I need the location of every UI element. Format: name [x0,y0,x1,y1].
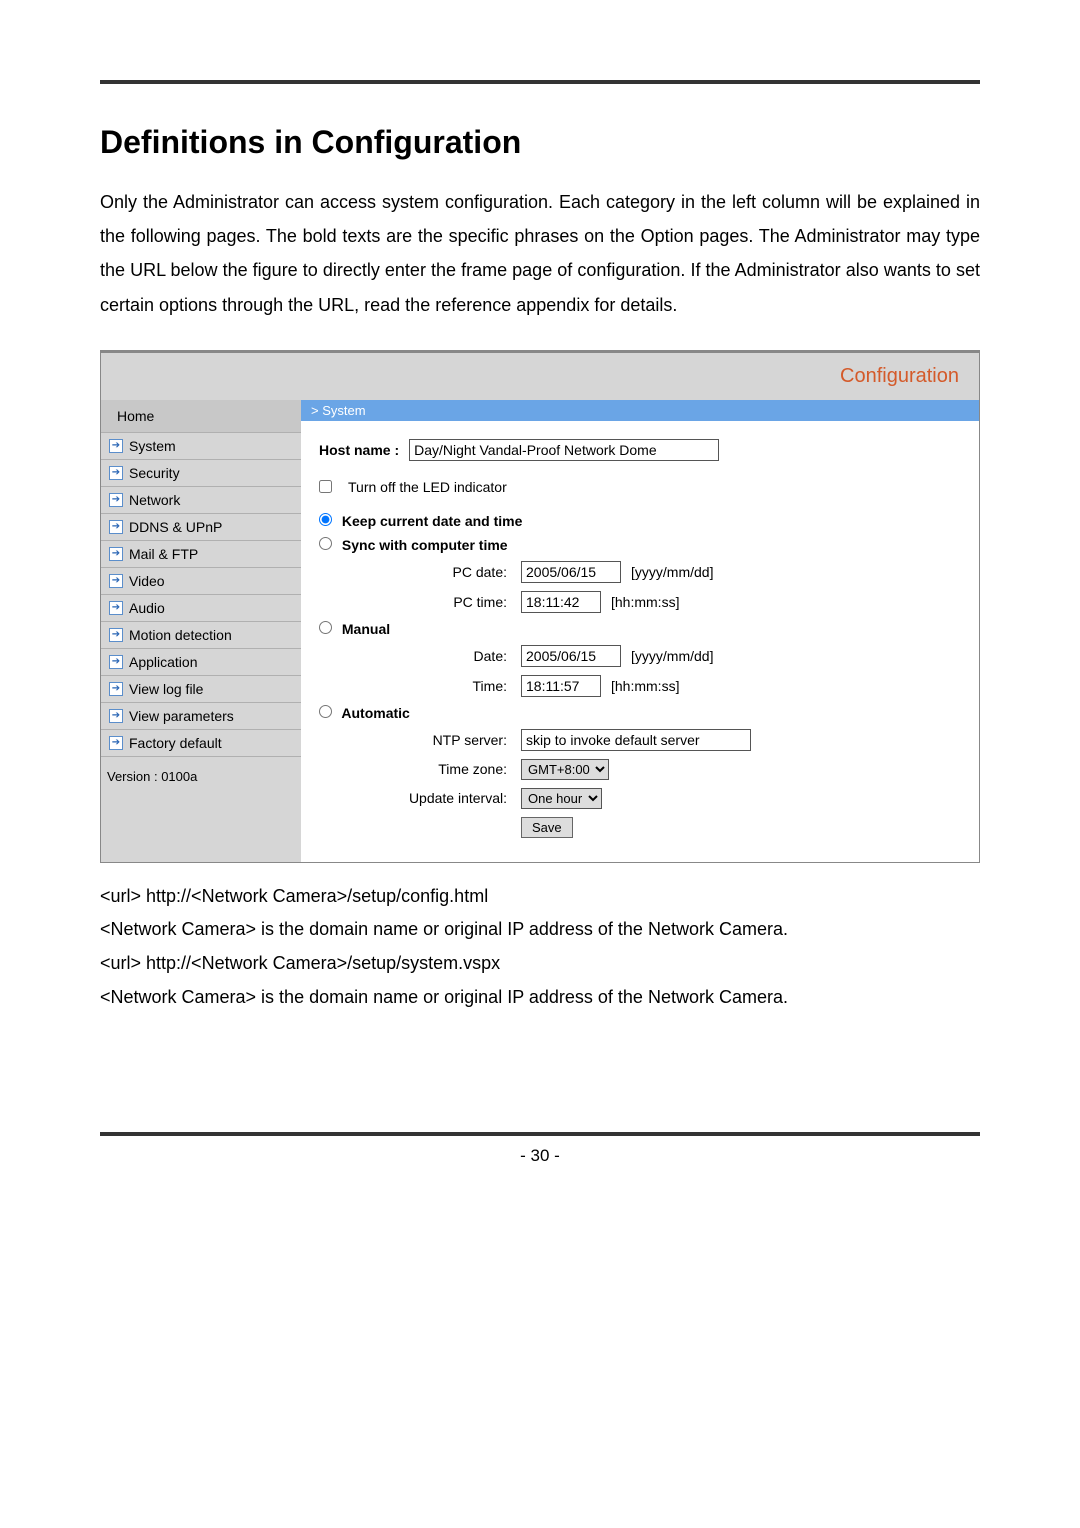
sidebar-item-view-log-file[interactable]: ➔ View log file [101,676,301,703]
sidebar-item-security[interactable]: ➔ Security [101,460,301,487]
sidebar-item-label: Audio [129,600,165,616]
time-zone-label: Time zone: [389,761,507,777]
manual-date-hint: [yyyy/mm/dd] [631,648,713,664]
arrow-right-icon: ➔ [109,574,123,588]
page-footer: - 30 - [100,1132,980,1166]
manual-time-hint: [hh:mm:ss] [611,678,679,694]
page-number: - 30 - [520,1146,560,1165]
sidebar-home[interactable]: Home [101,400,301,433]
manual-label: Manual [342,621,390,637]
sidebar-item-label: Factory default [129,735,222,751]
sidebar-item-system[interactable]: ➔ System [101,433,301,460]
intro-paragraph: Only the Administrator can access system… [100,185,980,322]
sync-computer-label: Sync with computer time [342,537,508,553]
sidebar-item-label: Application [129,654,198,670]
url-desc-2: <Network Camera> is the domain name or o… [100,982,980,1013]
arrow-right-icon: ➔ [109,439,123,453]
breadcrumb: > System [301,400,979,421]
sidebar-item-mail-ftp[interactable]: ➔ Mail & FTP [101,541,301,568]
manual-date-label: Date: [389,648,507,664]
sidebar-item-label: Mail & FTP [129,546,198,562]
update-interval-label: Update interval: [389,790,507,806]
sidebar-item-ddns-upnp[interactable]: ➔ DDNS & UPnP [101,514,301,541]
arrow-right-icon: ➔ [109,466,123,480]
keep-current-label: Keep current date and time [342,513,523,529]
host-name-input[interactable] [409,439,719,461]
sync-computer-radio[interactable] [319,537,332,550]
configuration-header-label: Configuration [101,353,979,400]
update-interval-select[interactable]: One hour [521,788,602,809]
save-button[interactable]: Save [521,817,573,838]
arrow-right-icon: ➔ [109,547,123,561]
arrow-right-icon: ➔ [109,628,123,642]
automatic-radio[interactable] [319,705,332,718]
arrow-right-icon: ➔ [109,601,123,615]
pc-time-label: PC time: [389,594,507,610]
pc-time-input[interactable] [521,591,601,613]
arrow-right-icon: ➔ [109,736,123,750]
manual-radio[interactable] [319,621,332,634]
url-desc-1: <Network Camera> is the domain name or o… [100,914,980,945]
configuration-body: Home ➔ System ➔ Security ➔ Network ➔ DDNS & … [101,400,979,862]
manual-date-input[interactable] [521,645,621,667]
sidebar-item-application[interactable]: ➔ Application [101,649,301,676]
manual-time-label: Time: [389,678,507,694]
arrow-right-icon: ➔ [109,682,123,696]
sidebar-item-label: Security [129,465,180,481]
url-line-2: <url> http://<Network Camera>/setup/syst… [100,948,980,979]
led-checkbox[interactable] [319,480,332,493]
automatic-label: Automatic [341,705,409,721]
sidebar-item-label: Motion detection [129,627,232,643]
manual-time-input[interactable] [521,675,601,697]
arrow-right-icon: ➔ [109,655,123,669]
main-area: > System Host name : Turn off the LED in… [301,400,979,862]
sidebar-item-label: Network [129,492,180,508]
sidebar-item-view-parameters[interactable]: ➔ View parameters [101,703,301,730]
page-title: Definitions in Configuration [100,124,980,161]
pc-date-input[interactable] [521,561,621,583]
pc-date-hint: [yyyy/mm/dd] [631,564,713,580]
sidebar-item-video[interactable]: ➔ Video [101,568,301,595]
sidebar-item-network[interactable]: ➔ Network [101,487,301,514]
host-name-label: Host name : [319,442,399,458]
keep-current-radio[interactable] [319,513,332,526]
time-zone-select[interactable]: GMT+8:00 [521,759,609,780]
arrow-right-icon: ➔ [109,520,123,534]
sidebar-item-motion-detection[interactable]: ➔ Motion detection [101,622,301,649]
sidebar-item-label: System [129,438,176,454]
sidebar: Home ➔ System ➔ Security ➔ Network ➔ DDNS & … [101,400,301,862]
top-rule [100,80,980,84]
pc-time-hint: [hh:mm:ss] [611,594,679,610]
pc-date-label: PC date: [389,564,507,580]
arrow-right-icon: ➔ [109,493,123,507]
system-form: Host name : Turn off the LED indicator K… [301,421,979,862]
sidebar-item-label: View parameters [129,708,234,724]
sidebar-item-factory-default[interactable]: ➔ Factory default [101,730,301,757]
sidebar-item-audio[interactable]: ➔ Audio [101,595,301,622]
led-checkbox-label: Turn off the LED indicator [348,479,507,495]
arrow-right-icon: ➔ [109,709,123,723]
configuration-panel: Configuration Home ➔ System ➔ Security ➔ Ne… [100,350,980,863]
url-line-1: <url> http://<Network Camera>/setup/conf… [100,881,980,912]
ntp-server-input[interactable] [521,729,751,751]
version-label: Version : 0100a [101,757,301,796]
sidebar-item-label: Video [129,573,165,589]
sidebar-item-label: View log file [129,681,203,697]
sidebar-item-label: DDNS & UPnP [129,519,222,535]
ntp-server-label: NTP server: [389,732,507,748]
